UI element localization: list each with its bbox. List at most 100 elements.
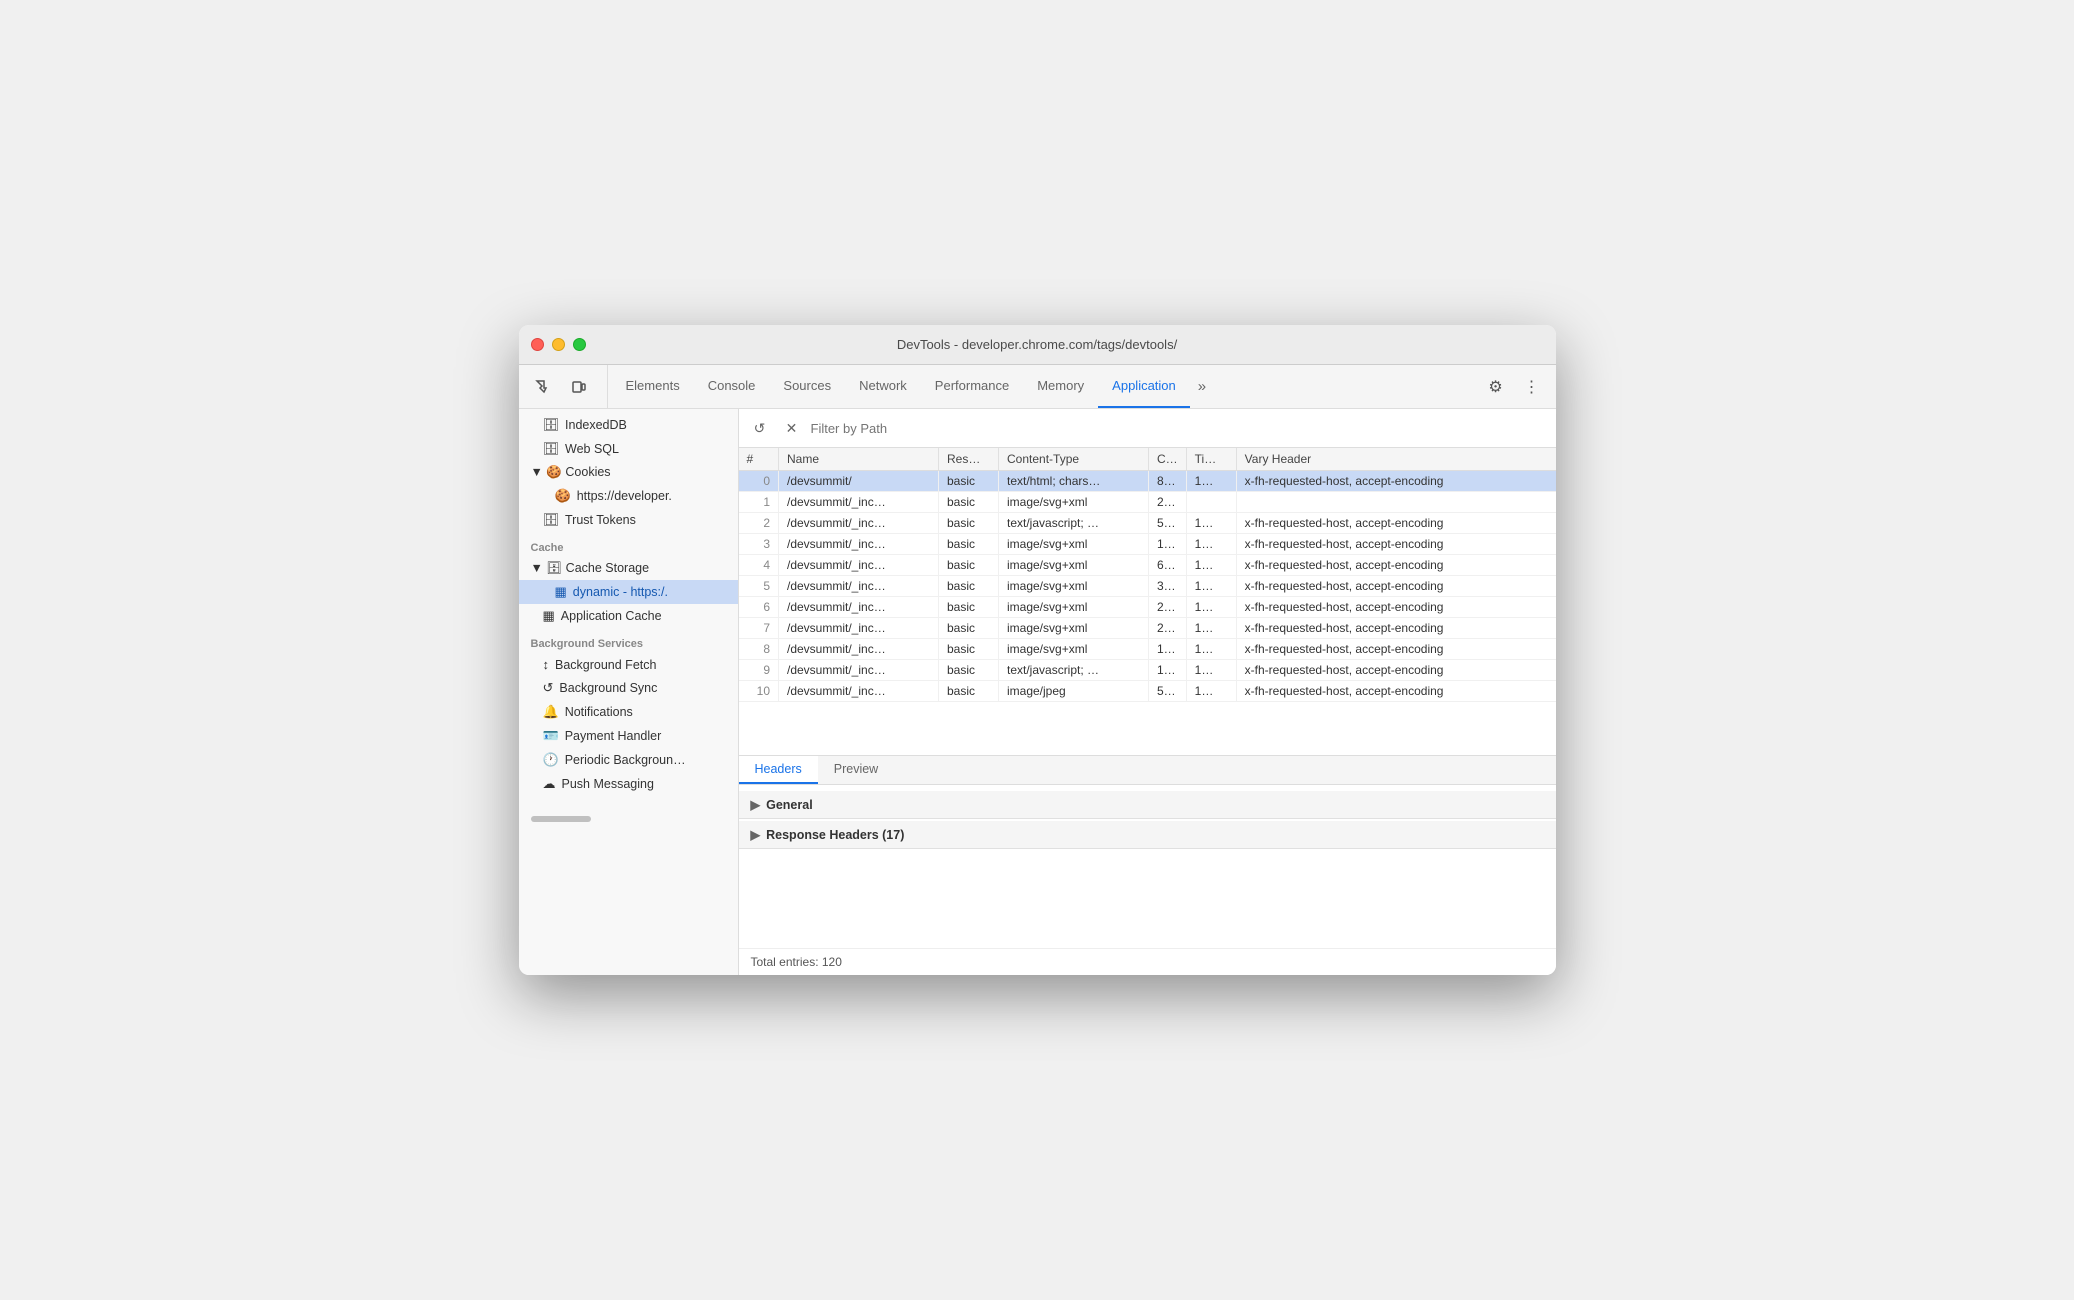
sidebar-item-periodic-bg[interactable]: 🕐 Periodic Backgroun… — [519, 748, 738, 772]
table-row[interactable]: 0/devsummit/basictext/html; chars…8…1…x-… — [739, 471, 1556, 492]
cache-table: # Name Res… Content-Type C… Ti… Vary Hea… — [739, 448, 1556, 755]
tab-elements[interactable]: Elements — [612, 365, 694, 408]
table-cell: image/svg+xml — [999, 639, 1149, 660]
sidebar-item-bg-fetch[interactable]: ↕ Background Fetch — [519, 653, 738, 676]
sidebar-item-trust-tokens[interactable]: 🗄 Trust Tokens — [519, 508, 738, 532]
table-cell: 1… — [1186, 618, 1236, 639]
cell-num: 0 — [739, 471, 779, 492]
response-headers-label: Response Headers (17) — [766, 828, 904, 842]
tab-sources[interactable]: Sources — [769, 365, 845, 408]
clear-button[interactable]: ✕ — [779, 415, 805, 441]
table-cell: text/html; chars… — [999, 471, 1149, 492]
sidebar-item-payment-handler[interactable]: 🪪 Payment Handler — [519, 724, 738, 748]
menu-icon[interactable]: ⋮ — [1516, 371, 1548, 403]
sidebar-item-bg-sync[interactable]: ↺ Background Sync — [519, 676, 738, 700]
sidebar-item-dynamic-cache[interactable]: ▦ dynamic - https:/. — [519, 580, 738, 604]
table-row[interactable]: 3/devsummit/_inc…basicimage/svg+xml1…1…x… — [739, 534, 1556, 555]
sidebar-item-app-cache[interactable]: ▦ Application Cache — [519, 604, 738, 628]
table-cell: image/svg+xml — [999, 492, 1149, 513]
table-cell: 1… — [1149, 534, 1187, 555]
table-row[interactable]: 5/devsummit/_inc…basicimage/svg+xml3…1…x… — [739, 576, 1556, 597]
cloud-icon: ☁ — [543, 776, 556, 792]
table-cell: basic — [939, 639, 999, 660]
toolbar-end: ⚙ ⋮ — [1480, 365, 1556, 408]
titlebar: DevTools - developer.chrome.com/tags/dev… — [519, 325, 1556, 365]
table-cell: 1… — [1186, 534, 1236, 555]
table-cell: x-fh-requested-host, accept-encoding — [1236, 660, 1555, 681]
table-cell: 1… — [1186, 639, 1236, 660]
table-cell: basic — [939, 681, 999, 702]
table-row[interactable]: 2/devsummit/_inc…basictext/javascript; …… — [739, 513, 1556, 534]
table-cell: /devsummit/_inc… — [779, 534, 939, 555]
table-cell: /devsummit/_inc… — [779, 639, 939, 660]
table-cell: 1… — [1149, 639, 1187, 660]
cell-num: 6 — [739, 597, 779, 618]
cell-num: 7 — [739, 618, 779, 639]
tab-memory[interactable]: Memory — [1023, 365, 1098, 408]
sidebar-item-cookies-parent[interactable]: ▼ 🍪 Cookies — [519, 461, 738, 484]
cell-num: 3 — [739, 534, 779, 555]
sync-icon: ↺ — [543, 680, 554, 696]
cell-num: 1 — [739, 492, 779, 513]
table-row[interactable]: 9/devsummit/_inc…basictext/javascript; …… — [739, 660, 1556, 681]
tab-headers[interactable]: Headers — [739, 756, 818, 784]
close-button[interactable] — [531, 338, 544, 351]
bg-services-label: Background Services — [519, 628, 738, 653]
table-cell: x-fh-requested-host, accept-encoding — [1236, 555, 1555, 576]
more-tabs-button[interactable]: » — [1190, 365, 1214, 408]
table-row[interactable]: 4/devsummit/_inc…basicimage/svg+xml6…1…x… — [739, 555, 1556, 576]
table-cell: /devsummit/_inc… — [779, 576, 939, 597]
table-cell: 1… — [1186, 597, 1236, 618]
clock-icon: 🕐 — [543, 752, 559, 768]
response-headers-section[interactable]: ▶ Response Headers (17) — [739, 821, 1556, 849]
tab-network[interactable]: Network — [845, 365, 921, 408]
table-cell: 1… — [1186, 471, 1236, 492]
table-cell: 1… — [1186, 513, 1236, 534]
content-area: ↺ ✕ ➘ # Name Res… — [739, 409, 1556, 975]
inspect-icon[interactable] — [527, 371, 559, 403]
sidebar-item-cookies-developer[interactable]: 🍪 https://developer. — [519, 484, 738, 508]
tab-console[interactable]: Console — [694, 365, 770, 408]
maximize-button[interactable] — [573, 338, 586, 351]
table-cell: 6… — [1149, 555, 1187, 576]
sidebar-scrollbar[interactable] — [531, 816, 591, 822]
cell-num: 10 — [739, 681, 779, 702]
settings-icon[interactable]: ⚙ — [1480, 371, 1512, 403]
table-cell: 1… — [1149, 660, 1187, 681]
table-cell: 8… — [1149, 471, 1187, 492]
table-cell: basic — [939, 471, 999, 492]
database-icon: 🗄 — [543, 512, 560, 528]
toolbar: Elements Console Sources Network Perform… — [519, 365, 1556, 409]
tab-preview[interactable]: Preview — [818, 756, 894, 784]
table-cell: /devsummit/ — [779, 471, 939, 492]
table-row[interactable]: 7/devsummit/_inc…basicimage/svg+xml2…1…x… — [739, 618, 1556, 639]
cell-num: 2 — [739, 513, 779, 534]
general-section[interactable]: ▶ General — [739, 791, 1556, 819]
traffic-lights — [531, 338, 586, 351]
table-cell: image/svg+xml — [999, 576, 1149, 597]
filter-input[interactable] — [811, 421, 1542, 436]
database-icon: 🗄 — [543, 441, 560, 457]
table-cell: basic — [939, 555, 999, 576]
entries-table: # Name Res… Content-Type C… Ti… Vary Hea… — [739, 448, 1556, 702]
sidebar-item-cache-storage-parent[interactable]: ▼ 🗄 Cache Storage — [519, 557, 738, 580]
tab-application[interactable]: Application — [1098, 365, 1190, 408]
sidebar-item-websql[interactable]: 🗄 Web SQL — [519, 437, 738, 461]
minimize-button[interactable] — [552, 338, 565, 351]
table-cell — [1186, 492, 1236, 513]
table-row[interactable]: 8/devsummit/_inc…basicimage/svg+xml1…1…x… — [739, 639, 1556, 660]
window-title: DevTools - developer.chrome.com/tags/dev… — [897, 337, 1177, 352]
col-name: Name — [779, 448, 939, 471]
sidebar-item-push-messaging[interactable]: ☁ Push Messaging — [519, 772, 738, 796]
table-row[interactable]: 1/devsummit/_inc…basicimage/svg+xml2… — [739, 492, 1556, 513]
table-row[interactable]: 10/devsummit/_inc…basicimage/jpeg5…1…x-f… — [739, 681, 1556, 702]
sidebar-item-indexeddb[interactable]: 🗄 IndexedDB — [519, 413, 738, 437]
table-cell: x-fh-requested-host, accept-encoding — [1236, 513, 1555, 534]
refresh-button[interactable]: ↺ — [747, 415, 773, 441]
table-row[interactable]: 6/devsummit/_inc…basicimage/svg+xml2…1…x… — [739, 597, 1556, 618]
table-cell: x-fh-requested-host, accept-encoding — [1236, 471, 1555, 492]
device-icon[interactable] — [563, 371, 595, 403]
sidebar-item-notifications[interactable]: 🔔 Notifications — [519, 700, 738, 724]
tab-performance[interactable]: Performance — [921, 365, 1023, 408]
bottom-panel: Headers Preview ▶ General ▶ Response Hea… — [739, 755, 1556, 975]
